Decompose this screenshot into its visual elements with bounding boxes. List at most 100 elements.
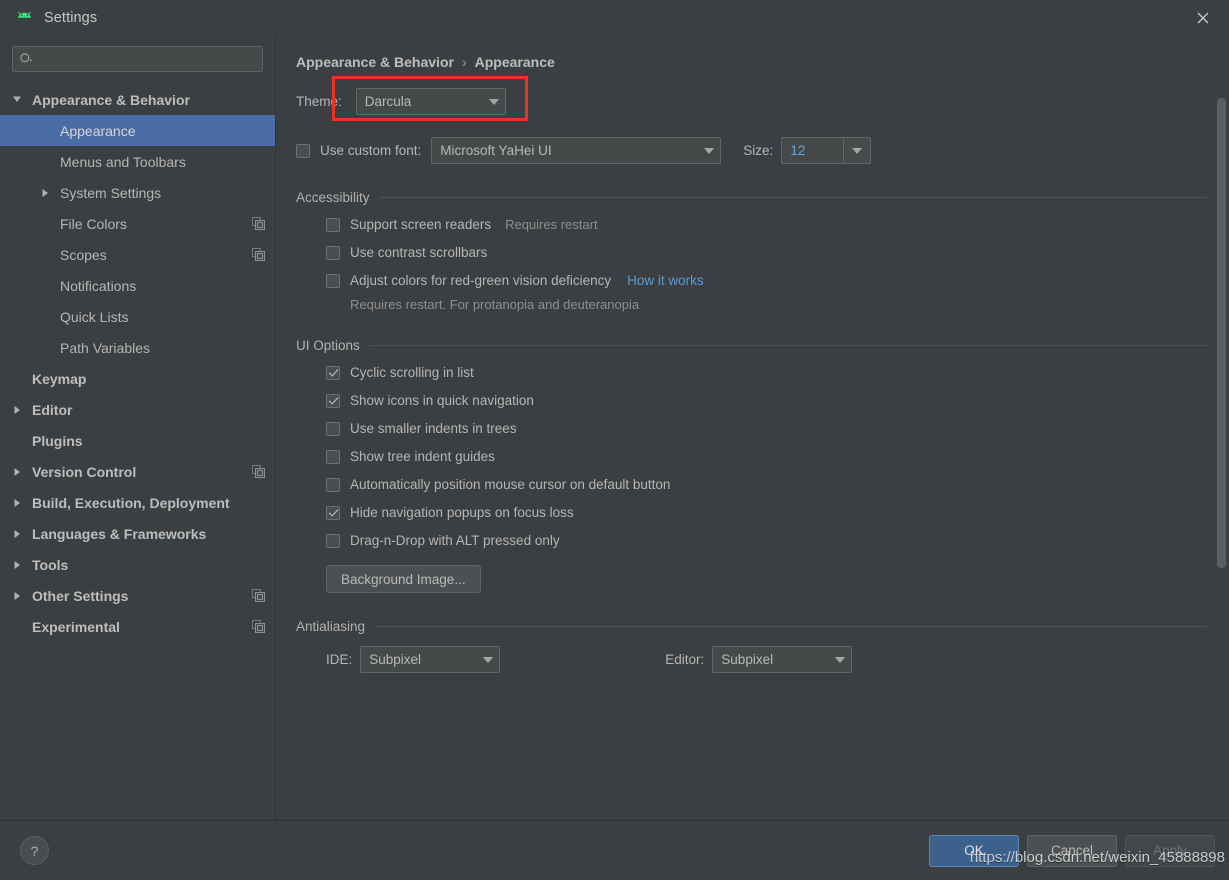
sidebar-item-label: Menus and Toolbars — [60, 153, 186, 170]
checkbox[interactable] — [326, 365, 340, 380]
divider — [379, 197, 1207, 198]
font-size-spinner[interactable]: 12 — [781, 137, 872, 164]
custom-font-row: Use custom font: Microsoft YaHei UI Size… — [296, 137, 1207, 164]
chevron-down-icon[interactable] — [843, 137, 872, 164]
sidebar-item-label: Quick Lists — [60, 308, 129, 325]
sidebar-item-appearance[interactable]: Appearance — [0, 115, 275, 146]
antialiasing-ide-label: IDE: — [326, 652, 353, 667]
antialiasing-editor-value: Subpixel — [721, 652, 774, 667]
checkbox[interactable] — [326, 245, 340, 260]
sidebar-item-label: Experimental — [32, 618, 120, 635]
sidebar-item-label: Notifications — [60, 277, 137, 294]
checkbox-label[interactable]: Show icons in quick navigation — [350, 393, 534, 408]
sidebar-item-experimental[interactable]: Experimental — [0, 611, 275, 642]
font-size-label: Size: — [743, 143, 774, 158]
use-custom-font-checkbox[interactable] — [296, 143, 310, 158]
chevron-down-icon — [698, 147, 720, 154]
chevron-right-icon[interactable] — [10, 403, 24, 417]
sidebar-item-other-settings[interactable]: Other Settings — [0, 580, 275, 611]
checkbox[interactable] — [326, 449, 340, 464]
ok-button[interactable]: OK — [929, 834, 1019, 867]
theme-dropdown[interactable]: Darcula — [355, 88, 506, 115]
chevron-down-icon — [483, 98, 505, 105]
checkbox-label[interactable]: Cyclic scrolling in list — [350, 365, 474, 380]
search-container — [0, 46, 275, 82]
checkbox-label[interactable]: Show tree indent guides — [350, 449, 495, 464]
sidebar-item-label: System Settings — [60, 184, 162, 201]
option-row: Use contrast scrollbars — [296, 245, 1207, 260]
sidebar-item-languages-frameworks[interactable]: Languages & Frameworks — [0, 518, 275, 549]
antialiasing-ide-dropdown[interactable]: Subpixel — [360, 646, 501, 673]
checkbox[interactable] — [326, 393, 340, 408]
sidebar-item-system-settings[interactable]: System Settings — [0, 177, 275, 208]
antialiasing-editor-dropdown[interactable]: Subpixel — [712, 646, 853, 673]
sidebar-item-tools[interactable]: Tools — [0, 549, 275, 580]
chevron-right-icon[interactable] — [10, 465, 24, 479]
chevron-right-icon[interactable] — [10, 527, 24, 541]
checkbox-label[interactable]: Support screen readers — [350, 217, 491, 232]
sidebar-item-version-control[interactable]: Version Control — [0, 456, 275, 487]
checkbox-label[interactable]: Use smaller indents in trees — [350, 421, 517, 436]
option-row: Automatically position mouse cursor on d… — [296, 477, 1207, 492]
chevron-right-icon[interactable] — [10, 496, 24, 510]
chevron-right-icon[interactable] — [10, 589, 24, 603]
checkbox-label[interactable]: Use contrast scrollbars — [350, 245, 487, 260]
sidebar-item-menus-and-toolbars[interactable]: Menus and Toolbars — [0, 146, 275, 177]
sidebar-item-editor[interactable]: Editor — [0, 394, 275, 425]
accessibility-options: Support screen readers Requires restart Us… — [296, 217, 1207, 288]
main-scrollbar[interactable] — [1217, 88, 1226, 810]
how-it-works-link[interactable]: How it works — [627, 273, 704, 288]
checkbox[interactable] — [326, 477, 340, 492]
background-image-button[interactable]: Background Image... — [326, 565, 481, 593]
search-box[interactable] — [12, 46, 263, 72]
window-title: Settings — [44, 10, 98, 26]
checkbox-label[interactable]: Adjust colors for red-green vision defic… — [350, 273, 611, 288]
theme-label: Theme: — [296, 94, 342, 109]
checkbox[interactable] — [326, 421, 340, 436]
checkbox[interactable] — [326, 217, 340, 232]
dialog-footer: ? OK Cancel Apply https://blog.csdn.net/… — [0, 820, 1229, 880]
ui-options-section-header: UI Options — [296, 338, 1207, 353]
option-row: Show icons in quick navigation — [296, 393, 1207, 408]
sidebar-item-keymap[interactable]: Keymap — [0, 363, 275, 394]
sidebar-item-label: Tools — [32, 556, 69, 573]
sidebar-item-quick-lists[interactable]: Quick Lists — [0, 301, 275, 332]
sidebar-item-build-execution-deployment[interactable]: Build, Execution, Deployment — [0, 487, 275, 518]
sidebar-item-scopes[interactable]: Scopes — [0, 239, 275, 270]
scrollbar-thumb[interactable] — [1217, 98, 1226, 568]
checkbox-label[interactable]: Drag-n-Drop with ALT pressed only — [350, 533, 560, 548]
checkbox[interactable] — [326, 273, 340, 288]
sidebar-item-file-colors[interactable]: File Colors — [0, 208, 275, 239]
chevron-down-icon[interactable] — [10, 93, 24, 107]
sidebar-item-path-variables[interactable]: Path Variables — [0, 332, 275, 363]
font-size-value[interactable]: 12 — [781, 137, 844, 164]
settings-sidebar: Appearance & Behavior Appearance Menus and… — [0, 36, 276, 820]
search-input[interactable] — [33, 50, 256, 68]
chevron-right-icon[interactable] — [38, 186, 52, 200]
breadcrumb-parent[interactable]: Appearance & Behavior — [296, 54, 454, 70]
chevron-down-icon — [477, 656, 499, 663]
checkbox[interactable] — [326, 533, 340, 548]
cancel-button[interactable]: Cancel — [1027, 834, 1117, 867]
checkbox[interactable] — [326, 505, 340, 520]
breadcrumb-current: Appearance — [474, 54, 555, 70]
sidebar-item-label: Path Variables — [60, 339, 151, 356]
sidebar-item-notifications[interactable]: Notifications — [0, 270, 275, 301]
divider — [369, 345, 1207, 346]
sidebar-item-appearance-behavior[interactable]: Appearance & Behavior — [0, 84, 275, 115]
antialiasing-editor-label: Editor: — [665, 652, 705, 667]
close-icon[interactable] — [1187, 3, 1219, 33]
chevron-right-icon[interactable] — [10, 558, 24, 572]
checkbox-label[interactable]: Automatically position mouse cursor on d… — [350, 477, 670, 492]
sidebar-item-plugins[interactable]: Plugins — [0, 425, 275, 456]
checkbox-label[interactable]: Hide navigation popups on focus loss — [350, 505, 574, 520]
help-button[interactable]: ? — [20, 836, 49, 865]
font-family-dropdown[interactable]: Microsoft YaHei UI — [431, 137, 722, 164]
